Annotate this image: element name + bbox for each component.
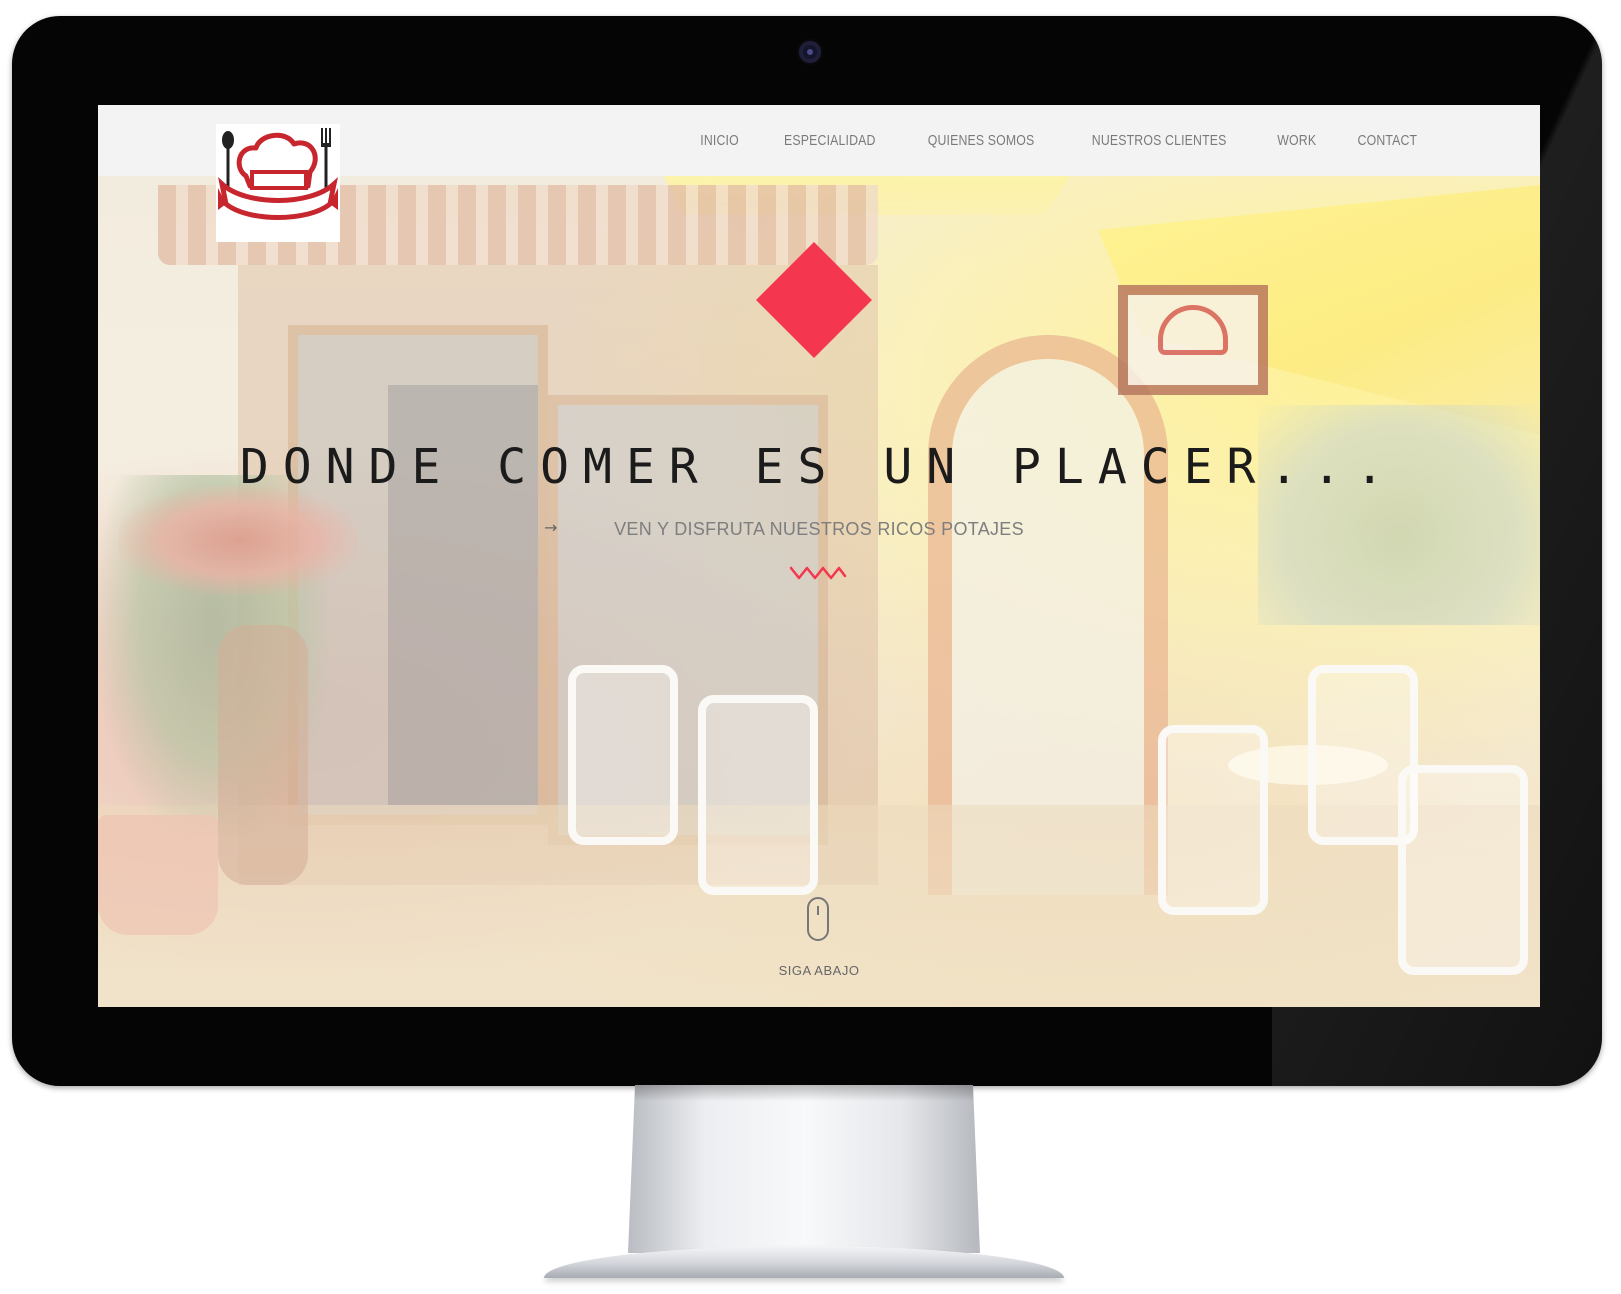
monitor-stand-base [544, 1246, 1064, 1278]
main-nav: INICIO ESPECIALIDAD QUIENES SOMOS NUESTR… [696, 105, 1424, 176]
website-screen: INICIO ESPECIALIDAD QUIENES SOMOS NUESTR… [98, 105, 1540, 1007]
nav-item-especialidad[interactable]: ESPECIALIDAD [784, 132, 876, 149]
nav-item-nuestros-clientes[interactable]: NUESTROS CLIENTES [1092, 132, 1227, 149]
nav-item-inicio[interactable]: INICIO [700, 132, 739, 149]
site-logo[interactable] [216, 124, 340, 242]
scroll-down-label[interactable]: SIGA ABAJO [98, 963, 1540, 978]
nav-item-quienes-somos[interactable]: QUIENES SOMOS [928, 132, 1035, 149]
monitor-bezel: INICIO ESPECIALIDAD QUIENES SOMOS NUESTR… [12, 16, 1602, 1086]
hero-subtitle: VEN Y DISFRUTA NUESTROS RICOS POTAJES [614, 519, 1024, 539]
zigzag-divider-icon [789, 566, 847, 580]
chef-logo-icon [218, 128, 338, 220]
scroll-mouse-icon[interactable] [807, 897, 829, 941]
monitor-stand-neck [628, 1085, 980, 1253]
nav-item-work[interactable]: WORK [1277, 132, 1316, 149]
nav-item-contact[interactable]: CONTACT [1358, 132, 1418, 149]
hero-title: DONDE COMER ES UN PLACER... [239, 439, 1399, 495]
webcam-icon [799, 41, 821, 63]
